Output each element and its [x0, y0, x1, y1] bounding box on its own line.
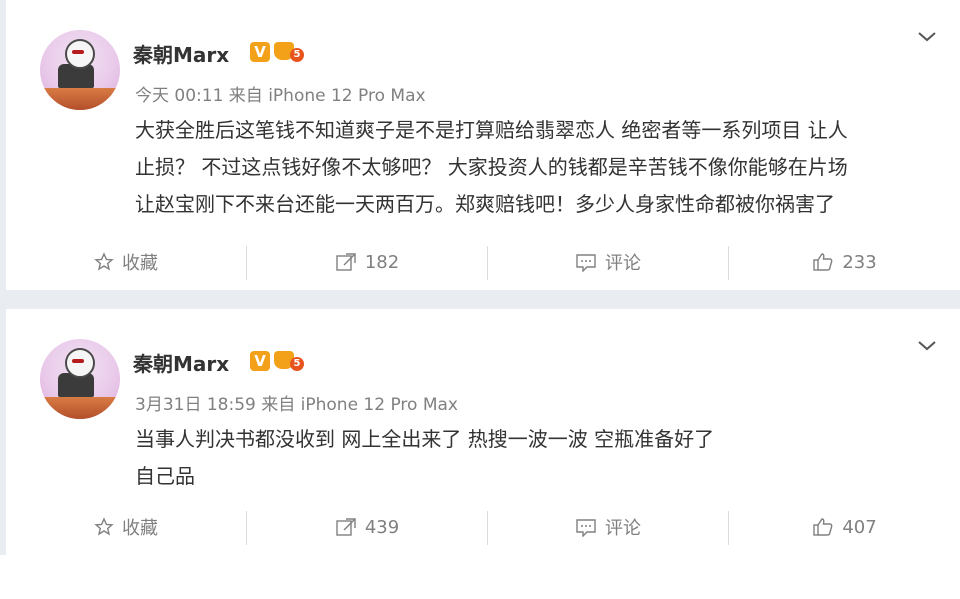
comment-button[interactable]: 评论: [488, 499, 728, 555]
star-icon: [94, 252, 114, 271]
post-meta: 今天 00:11 来自 iPhone 12 Pro Max: [135, 86, 426, 106]
like-count: 407: [842, 516, 877, 538]
page-background: [0, 555, 960, 599]
post-content: 大获全胜后这笔钱不知道爽子是不是打算赔给翡翠恋人 绝密者等一系列项目 让人 止损…: [135, 112, 955, 223]
star-icon: [94, 517, 114, 536]
favorite-button[interactable]: 收藏: [6, 234, 246, 290]
post-meta: 3月31日 18:59 来自 iPhone 12 Pro Max: [135, 395, 458, 415]
author-name[interactable]: 秦朝Marx: [133, 348, 229, 377]
thumbs-up-icon: [813, 253, 833, 271]
weibo-post-card: 秦朝Marx V 5 3月31日 18:59 来自 iPhone 12 Pro …: [6, 309, 960, 555]
post-line: 让赵宝刚下不来台还能一天两百万。郑爽赔钱吧！多少人身家性命都被你祸害了: [135, 192, 835, 216]
favorite-button[interactable]: 收藏: [6, 499, 246, 555]
vip-level-badge-icon[interactable]: 5: [274, 349, 304, 373]
thumbs-up-icon: [813, 518, 833, 536]
chevron-down-icon[interactable]: [916, 337, 938, 353]
repost-count: 182: [364, 251, 400, 273]
repost-button[interactable]: 182: [247, 234, 487, 290]
chevron-down-icon[interactable]: [916, 28, 938, 44]
comment-icon: [576, 254, 596, 272]
vip-level-badge-icon[interactable]: 5: [274, 40, 304, 64]
action-bar: 收藏 439 评论 407: [6, 499, 960, 555]
comment-label: 评论: [605, 253, 641, 274]
comment-icon: [576, 519, 596, 537]
repost-icon: [336, 518, 356, 536]
like-button[interactable]: 407: [729, 499, 960, 555]
repost-count: 439: [364, 516, 400, 538]
favorite-label: 收藏: [122, 518, 158, 539]
avatar[interactable]: [40, 30, 120, 110]
post-content: 当事人判决书都没收到 网上全出来了 热搜一波一波 空瓶准备好了 自己品: [135, 421, 955, 495]
author-name[interactable]: 秦朝Marx: [133, 39, 229, 68]
post-line: 止损？ 不过这点钱好像不太够吧？ 大家投资人的钱都是辛苦钱不像你能够在片场: [135, 155, 848, 179]
post-line: 大获全胜后这笔钱不知道爽子是不是打算赔给翡翠恋人 绝密者等一系列项目 让人: [135, 118, 848, 142]
like-count: 233: [842, 251, 877, 273]
action-bar: 收藏 182 评论 233: [6, 234, 960, 290]
repost-button[interactable]: 439: [247, 499, 487, 555]
avatar[interactable]: [40, 339, 120, 419]
verified-badge-icon[interactable]: V: [250, 42, 270, 62]
weibo-post-card: 秦朝Marx V 5 今天 00:11 来自 iPhone 12 Pro Max…: [6, 0, 960, 290]
post-line: 自己品: [135, 464, 195, 488]
repost-icon: [336, 253, 356, 271]
verified-badge-icon[interactable]: V: [250, 351, 270, 371]
like-button[interactable]: 233: [729, 234, 960, 290]
comment-button[interactable]: 评论: [488, 234, 728, 290]
comment-label: 评论: [605, 518, 641, 539]
post-line: 当事人判决书都没收到 网上全出来了 热搜一波一波 空瓶准备好了: [135, 427, 715, 451]
favorite-label: 收藏: [122, 253, 158, 274]
